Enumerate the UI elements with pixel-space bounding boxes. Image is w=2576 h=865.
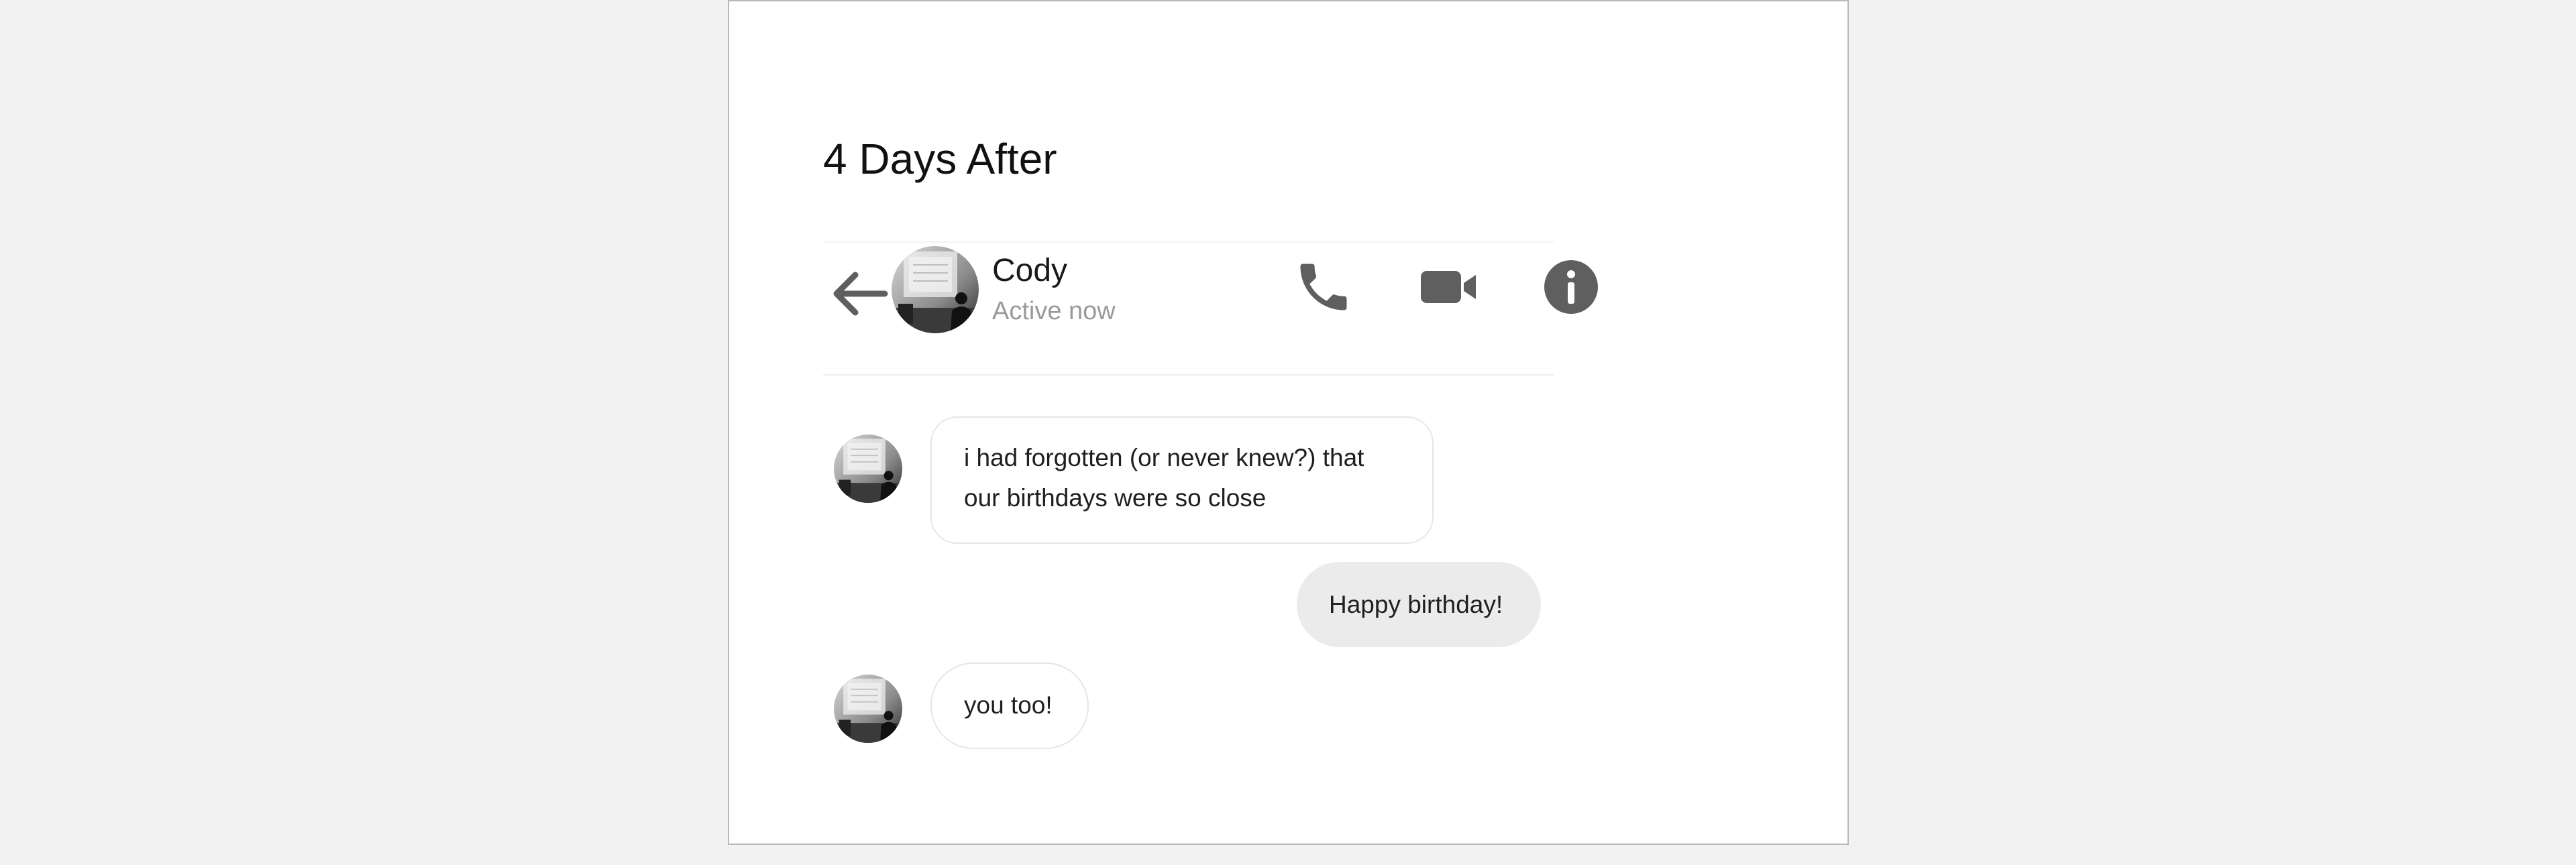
avatar[interactable] [834, 435, 902, 503]
avatar[interactable] [892, 246, 979, 333]
avatar-photo [834, 675, 902, 743]
avatar[interactable] [834, 675, 902, 743]
message-bubble-incoming[interactable]: you too! [930, 662, 1089, 749]
page-card: 4 Days After Cody Active now i had forgo… [728, 0, 1849, 845]
info-icon[interactable] [1540, 256, 1602, 318]
message-bubble-outgoing[interactable]: Happy birthday! [1297, 562, 1541, 647]
contact-name: Cody [992, 253, 1068, 288]
phone-icon[interactable] [1293, 256, 1354, 318]
contact-status: Active now [992, 297, 1116, 325]
avatar-photo [834, 435, 902, 503]
avatar-photo [892, 246, 979, 333]
chat-header: Cody Active now [823, 241, 1598, 376]
video-camera-icon[interactable] [1417, 256, 1479, 318]
message-bubble-incoming[interactable]: i had forgotten (or never knew?) that ou… [930, 416, 1434, 544]
page-title: 4 Days After [823, 135, 1057, 183]
back-arrow-icon[interactable] [828, 263, 890, 325]
message-thread: i had forgotten (or never knew?) that ou… [823, 404, 1601, 806]
